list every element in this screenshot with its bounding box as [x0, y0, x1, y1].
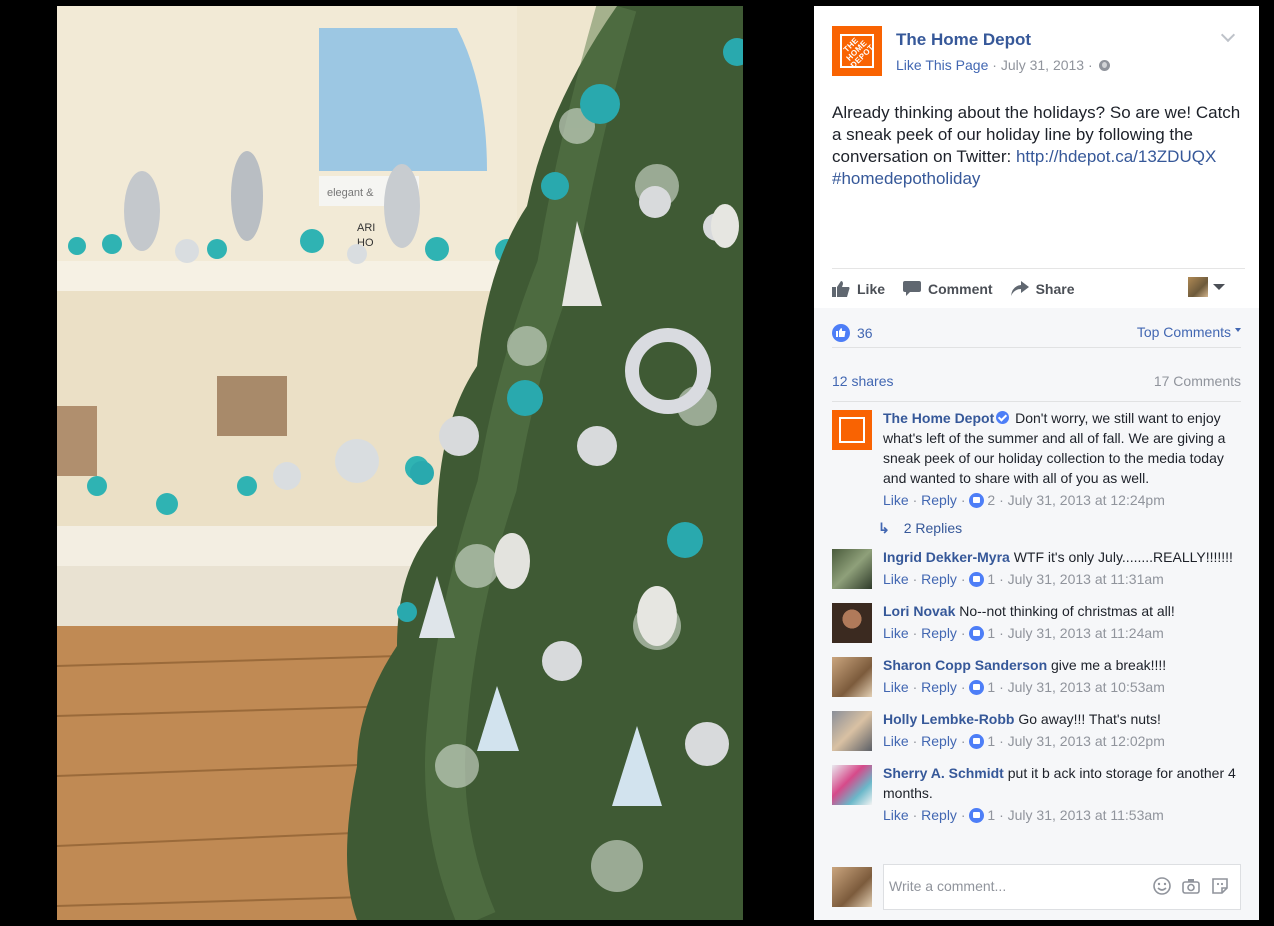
- comment-actions: Like · Reply · 1 · July 31, 2013 at 11:2…: [883, 625, 1164, 641]
- like-button[interactable]: Like: [832, 280, 885, 297]
- comment-count[interactable]: 17 Comments: [1154, 373, 1241, 389]
- commenter-avatar[interactable]: [832, 711, 872, 751]
- post-as-selector[interactable]: [1188, 277, 1225, 297]
- thumbs-up-icon: [832, 280, 850, 297]
- comment-text: No--not thinking of christmas at all!: [959, 603, 1175, 619]
- comment-actions: Like · Reply · 1 · July 31, 2013 at 12:0…: [883, 733, 1165, 749]
- comment-reply-link[interactable]: Reply: [921, 733, 957, 749]
- globe-icon: [1098, 60, 1110, 71]
- post-header: THE HOME DEPOT The Home Depot Like This …: [832, 24, 1245, 76]
- comment-like-link[interactable]: Like: [883, 571, 909, 587]
- like-reaction-icon: [969, 808, 985, 823]
- camera-icon[interactable]: [1181, 876, 1201, 896]
- caret-down-icon: [1213, 284, 1225, 290]
- like-reaction-icon: [969, 680, 985, 695]
- comment-time[interactable]: July 31, 2013 at 11:31am: [1008, 571, 1164, 587]
- commenter-name[interactable]: Lori Novak: [883, 603, 955, 619]
- sticker-icon[interactable]: [1210, 876, 1230, 896]
- like-reaction-icon: [832, 323, 850, 342]
- comment-button[interactable]: Comment: [903, 281, 993, 297]
- comment-time[interactable]: July 31, 2013 at 12:02pm: [1008, 733, 1165, 749]
- commenter-avatar[interactable]: [832, 410, 872, 450]
- comment-text: Go away!!! That's nuts!: [1018, 711, 1161, 727]
- reaction-count[interactable]: 36: [857, 325, 873, 341]
- comment-reply-link[interactable]: Reply: [921, 625, 957, 641]
- post-meta: Like This Page · July 31, 2013 ·: [896, 57, 1110, 73]
- commenter-name[interactable]: Sharon Copp Sanderson: [883, 657, 1047, 673]
- shares-link[interactable]: 12 shares: [832, 373, 893, 389]
- shelf-sign-text: elegant &: [327, 187, 374, 199]
- view-replies-link[interactable]: ↳ 2 Replies: [878, 520, 1241, 537]
- commenter-name[interactable]: Ingrid Dekker-Myra: [883, 549, 1010, 565]
- comment-item: Holly Lembke-Robb Go away!!! That's nuts…: [832, 709, 1241, 751]
- like-this-page-link[interactable]: Like This Page: [896, 57, 988, 73]
- feedback-section: 36 Top Comments 12 shares 17 Comments Th…: [814, 308, 1259, 920]
- viewer-avatar: [1188, 277, 1208, 297]
- comment-time[interactable]: July 31, 2013 at 11:53am: [1008, 807, 1164, 823]
- shares-row: 12 shares 17 Comments: [832, 360, 1241, 402]
- comment-time[interactable]: July 31, 2013 at 11:24am: [1008, 625, 1164, 641]
- comment-reply-link[interactable]: Reply: [921, 492, 957, 508]
- shelf-sign-text-2: ARI: [357, 222, 375, 234]
- comment-item: Lori Novak No--not thinking of christmas…: [832, 601, 1241, 643]
- commenter-avatar[interactable]: [832, 549, 872, 589]
- hashtag-link[interactable]: #homedepotholiday: [832, 169, 980, 188]
- share-button[interactable]: Share: [1010, 281, 1075, 297]
- write-comment-row: Write a comment...: [832, 864, 1241, 910]
- commenter-avatar[interactable]: [832, 765, 872, 805]
- comment-time[interactable]: July 31, 2013 at 10:53am: [1008, 679, 1165, 695]
- comment-actions: Like · Reply · 2 · July 31, 2013 at 12:2…: [883, 492, 1165, 508]
- top-comments-dropdown[interactable]: Top Comments: [1137, 324, 1241, 340]
- comment-reply-link[interactable]: Reply: [921, 679, 957, 695]
- comment-bubble-icon: [903, 281, 922, 296]
- comment-like-link[interactable]: Like: [883, 733, 909, 749]
- comment-like-link[interactable]: Like: [883, 492, 909, 508]
- comment-like-link[interactable]: Like: [883, 679, 909, 695]
- viewer-avatar: [832, 867, 872, 907]
- christmas-tree-photo: elegant & ARI HO: [57, 6, 743, 920]
- commenter-avatar[interactable]: [832, 603, 872, 643]
- comment-reply-link[interactable]: Reply: [921, 571, 957, 587]
- emoji-icon[interactable]: [1152, 876, 1172, 896]
- post-link[interactable]: http://hdepot.ca/13ZDUQX: [1016, 147, 1216, 166]
- commenter-avatar[interactable]: [832, 657, 872, 697]
- comment-input-icons: [1152, 876, 1230, 896]
- post-date[interactable]: July 31, 2013: [1001, 57, 1084, 73]
- like-reaction-icon: [969, 493, 985, 508]
- like-reaction-icon: [969, 572, 985, 587]
- comment-like-link[interactable]: Like: [883, 625, 909, 641]
- post-panel: THE HOME DEPOT The Home Depot Like This …: [814, 6, 1259, 920]
- home-depot-logo[interactable]: THE HOME DEPOT: [832, 26, 882, 76]
- comment-item: The Home Depot Don't worry, we still wan…: [832, 408, 1241, 510]
- share-arrow-icon: [1010, 281, 1029, 296]
- commenter-name[interactable]: The Home Depot: [883, 410, 994, 426]
- post-text: Already thinking about the holidays? So …: [832, 102, 1246, 190]
- comment-list: The Home Depot Don't worry, we still wan…: [832, 408, 1241, 860]
- comment-actions: Like · Reply · 1 · July 31, 2013 at 10:5…: [883, 679, 1165, 695]
- page-name-link[interactable]: The Home Depot: [896, 30, 1031, 50]
- comment-input[interactable]: Write a comment...: [883, 864, 1241, 910]
- commenter-name[interactable]: Holly Lembke-Robb: [883, 711, 1014, 727]
- comment-item: Sharon Copp Sanderson give me a break!!!…: [832, 655, 1241, 697]
- comment-actions: Like · Reply · 1 · July 31, 2013 at 11:5…: [883, 807, 1164, 823]
- post-actions: Like Comment Share: [832, 268, 1245, 308]
- comment-item: Sherry A. Schmidt put it b ack into stor…: [832, 763, 1241, 825]
- chevron-down-icon[interactable]: [1220, 27, 1236, 43]
- comment-like-link[interactable]: Like: [883, 807, 909, 823]
- like-reaction-icon: [969, 734, 985, 749]
- comment-time[interactable]: July 31, 2013 at 12:24pm: [1008, 492, 1165, 508]
- comment-actions: Like · Reply · 1 · July 31, 2013 at 11:3…: [883, 571, 1164, 587]
- post-photo[interactable]: elegant & ARI HO: [57, 6, 743, 920]
- commenter-name[interactable]: Sherry A. Schmidt: [883, 765, 1004, 781]
- reply-arrow-icon: ↳: [878, 520, 890, 536]
- comment-item: Ingrid Dekker-Myra WTF it's only July...…: [832, 547, 1241, 589]
- verified-badge-icon: [996, 411, 1010, 424]
- comment-text: WTF it's only July........REALLY!!!!!!!: [1013, 549, 1233, 565]
- reactions-row: 36 Top Comments: [832, 318, 1241, 348]
- comment-reply-link[interactable]: Reply: [921, 807, 957, 823]
- comment-text: give me a break!!!!: [1051, 657, 1167, 673]
- like-reaction-icon: [969, 626, 985, 641]
